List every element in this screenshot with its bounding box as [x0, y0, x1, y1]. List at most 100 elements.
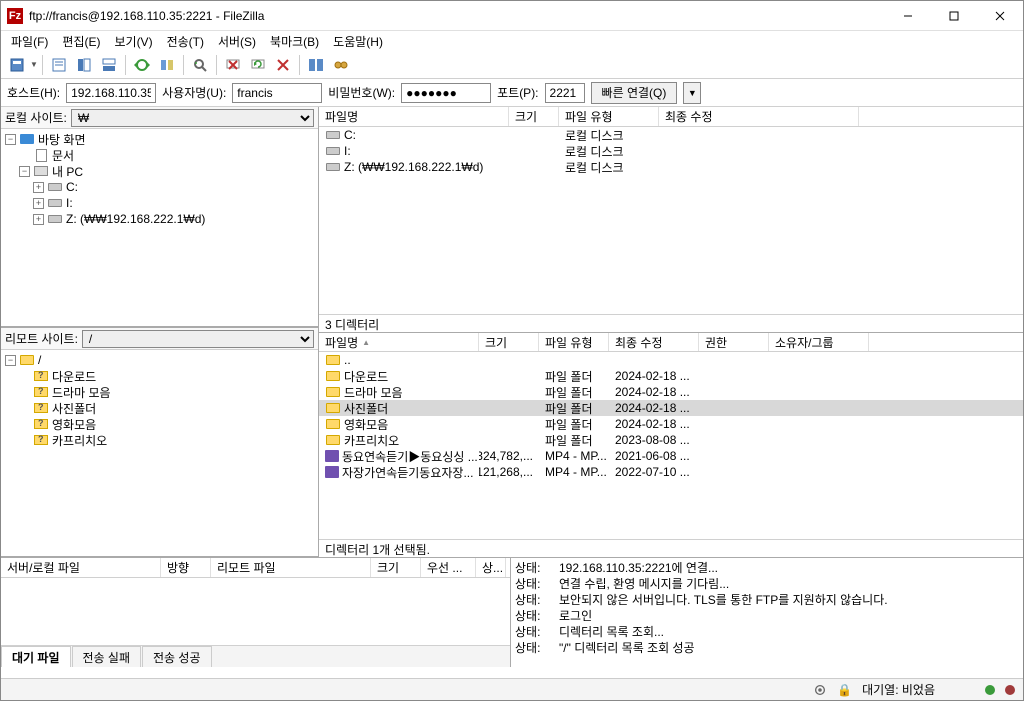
- remote-list-headers[interactable]: 파일명▲크기파일 유형최종 수정권한소유자/그룹: [319, 332, 1023, 352]
- tree-label: C:: [66, 180, 78, 194]
- list-row[interactable]: I:로컬 디스크: [319, 143, 1023, 159]
- tree-node[interactable]: 사진폴더: [1, 400, 318, 416]
- compare-button[interactable]: [155, 53, 179, 77]
- reconnect-button[interactable]: [246, 53, 270, 77]
- menu-item[interactable]: 편집(E): [56, 31, 106, 52]
- tree-toggle[interactable]: +: [33, 214, 44, 225]
- tree-label: 내 PC: [52, 163, 83, 180]
- tree-toggle[interactable]: −: [5, 134, 16, 145]
- menu-item[interactable]: 북마크(B): [264, 31, 325, 52]
- quickconnect-button[interactable]: 빠른 연결(Q): [591, 82, 678, 104]
- tree-node[interactable]: +Z: (₩₩192.168.222.1₩d): [1, 211, 318, 227]
- column-header[interactable]: 파일명: [319, 107, 509, 126]
- close-button[interactable]: [977, 1, 1023, 31]
- tree-toggle[interactable]: +: [33, 182, 44, 193]
- filter-button[interactable]: [304, 53, 328, 77]
- tree-node[interactable]: +I:: [1, 195, 318, 211]
- video-icon: [325, 449, 339, 463]
- list-row[interactable]: C:로컬 디스크: [319, 127, 1023, 143]
- quickconnect-bar: 호스트(H): 사용자명(U): 비밀번호(W): 포트(P): 빠른 연결(Q…: [1, 79, 1023, 107]
- folder-icon: [325, 401, 341, 415]
- list-row[interactable]: 자장가연속듣기동요자장...121,268,...MP4 - MP...2022…: [319, 464, 1023, 480]
- column-header[interactable]: 크기: [509, 107, 559, 126]
- dropdown-icon[interactable]: ▼: [30, 60, 38, 69]
- menu-item[interactable]: 도움말(H): [327, 31, 389, 52]
- maximize-button[interactable]: [931, 1, 977, 31]
- local-path-input[interactable]: ₩: [71, 109, 314, 127]
- list-row[interactable]: 드라마 모음파일 폴더2024-02-18 ...: [319, 384, 1023, 400]
- queue-tab[interactable]: 대기 파일: [1, 646, 71, 667]
- queue-tab[interactable]: 전송 실패: [72, 646, 142, 667]
- column-header[interactable]: 최종 수정: [609, 333, 699, 351]
- menu-item[interactable]: 서버(S): [212, 31, 262, 52]
- gear-icon[interactable]: [813, 683, 827, 697]
- tree-node[interactable]: 영화모음: [1, 416, 318, 432]
- list-row[interactable]: 사진폴더파일 폴더2024-02-18 ...: [319, 400, 1023, 416]
- menu-item[interactable]: 파일(F): [5, 31, 54, 52]
- queue-headers[interactable]: 서버/로컬 파일방향리모트 파일크기우선 ...상...: [1, 558, 510, 578]
- remote-path-input[interactable]: /: [82, 330, 314, 348]
- tree-node[interactable]: + C:: [1, 179, 318, 195]
- queue-tab[interactable]: 전송 성공: [142, 646, 212, 667]
- column-header[interactable]: 파일 유형: [539, 333, 609, 351]
- list-row[interactable]: ..: [319, 352, 1023, 368]
- tree-node[interactable]: −/: [1, 352, 318, 368]
- pass-input[interactable]: [401, 83, 491, 103]
- column-header[interactable]: 최종 수정: [659, 107, 859, 126]
- tree-node[interactable]: −바탕 화면: [1, 131, 318, 147]
- tree-toggle[interactable]: −: [5, 355, 16, 366]
- local-list-headers[interactable]: 파일명크기파일 유형최종 수정: [319, 107, 1023, 127]
- search-button[interactable]: [188, 53, 212, 77]
- desktop-icon: [19, 132, 35, 146]
- tree-node[interactable]: 드라마 모음: [1, 384, 318, 400]
- local-list[interactable]: C:로컬 디스크I:로컬 디스크Z: (₩₩192.168.222.1₩d)로컬…: [319, 127, 1023, 314]
- column-header[interactable]: 리모트 파일: [211, 558, 371, 577]
- folder-unknown-icon: [33, 401, 49, 415]
- toggle-tree-button[interactable]: [72, 53, 96, 77]
- column-header[interactable]: 파일명▲: [319, 333, 479, 351]
- port-input[interactable]: [545, 83, 585, 103]
- tree-toggle[interactable]: −: [19, 166, 30, 177]
- list-row[interactable]: 카프리치오파일 폴더2023-08-08 ...: [319, 432, 1023, 448]
- menubar: 파일(F)편집(E)보기(V)전송(T)서버(S)북마크(B)도움말(H): [1, 31, 1023, 51]
- local-tree[interactable]: −바탕 화면문서 − 내 PC + C:+I:+Z: (₩₩192.168.222.1₩…: [1, 129, 318, 327]
- column-header[interactable]: 파일 유형: [559, 107, 659, 126]
- list-row[interactable]: 다운로드파일 폴더2024-02-18 ...: [319, 368, 1023, 384]
- tree-node[interactable]: 문서: [1, 147, 318, 163]
- minimize-button[interactable]: [885, 1, 931, 31]
- column-header[interactable]: 상...: [476, 558, 506, 577]
- queue-body[interactable]: [1, 578, 510, 645]
- tree-node[interactable]: 다운로드: [1, 368, 318, 384]
- column-header[interactable]: 서버/로컬 파일: [1, 558, 161, 577]
- site-manager-button[interactable]: [5, 53, 29, 77]
- remote-list[interactable]: ..다운로드파일 폴더2024-02-18 ...드라마 모음파일 폴더2024…: [319, 352, 1023, 539]
- cancel-button[interactable]: [271, 53, 295, 77]
- toggle-queue-button[interactable]: [97, 53, 121, 77]
- user-input[interactable]: [232, 83, 322, 103]
- tree-toggle[interactable]: +: [33, 198, 44, 209]
- tree-node[interactable]: − 내 PC: [1, 163, 318, 179]
- quickconnect-dropdown[interactable]: ▼: [683, 82, 701, 104]
- log-pane[interactable]: 상태:192.168.110.35:2221에 연결...상태:연결 수립, 환…: [511, 558, 1023, 667]
- list-row[interactable]: 동요연속듣기▶동요싱싱 ...324,782,...MP4 - MP...202…: [319, 448, 1023, 464]
- drive-icon: [325, 128, 341, 142]
- column-header[interactable]: 우선 ...: [421, 558, 476, 577]
- menu-item[interactable]: 보기(V): [108, 31, 158, 52]
- host-input[interactable]: [66, 83, 156, 103]
- sync-browse-button[interactable]: [130, 53, 154, 77]
- column-header[interactable]: 권한: [699, 333, 769, 351]
- column-header[interactable]: 크기: [479, 333, 539, 351]
- column-header[interactable]: 방향: [161, 558, 211, 577]
- folder-icon: [325, 433, 341, 447]
- toggle-log-button[interactable]: [47, 53, 71, 77]
- list-row[interactable]: 영화모음파일 폴더2024-02-18 ...: [319, 416, 1023, 432]
- tree-node[interactable]: 카프리치오: [1, 432, 318, 448]
- remote-tree[interactable]: −/다운로드드라마 모음사진폴더영화모음카프리치오: [1, 350, 318, 557]
- menu-item[interactable]: 전송(T): [161, 31, 210, 52]
- find-button[interactable]: [329, 53, 353, 77]
- disconnect-button[interactable]: [221, 53, 245, 77]
- tree-label: 사진폴더: [52, 400, 96, 417]
- column-header[interactable]: 소유자/그룹: [769, 333, 869, 351]
- column-header[interactable]: 크기: [371, 558, 421, 577]
- list-row[interactable]: Z: (₩₩192.168.222.1₩d)로컬 디스크: [319, 159, 1023, 175]
